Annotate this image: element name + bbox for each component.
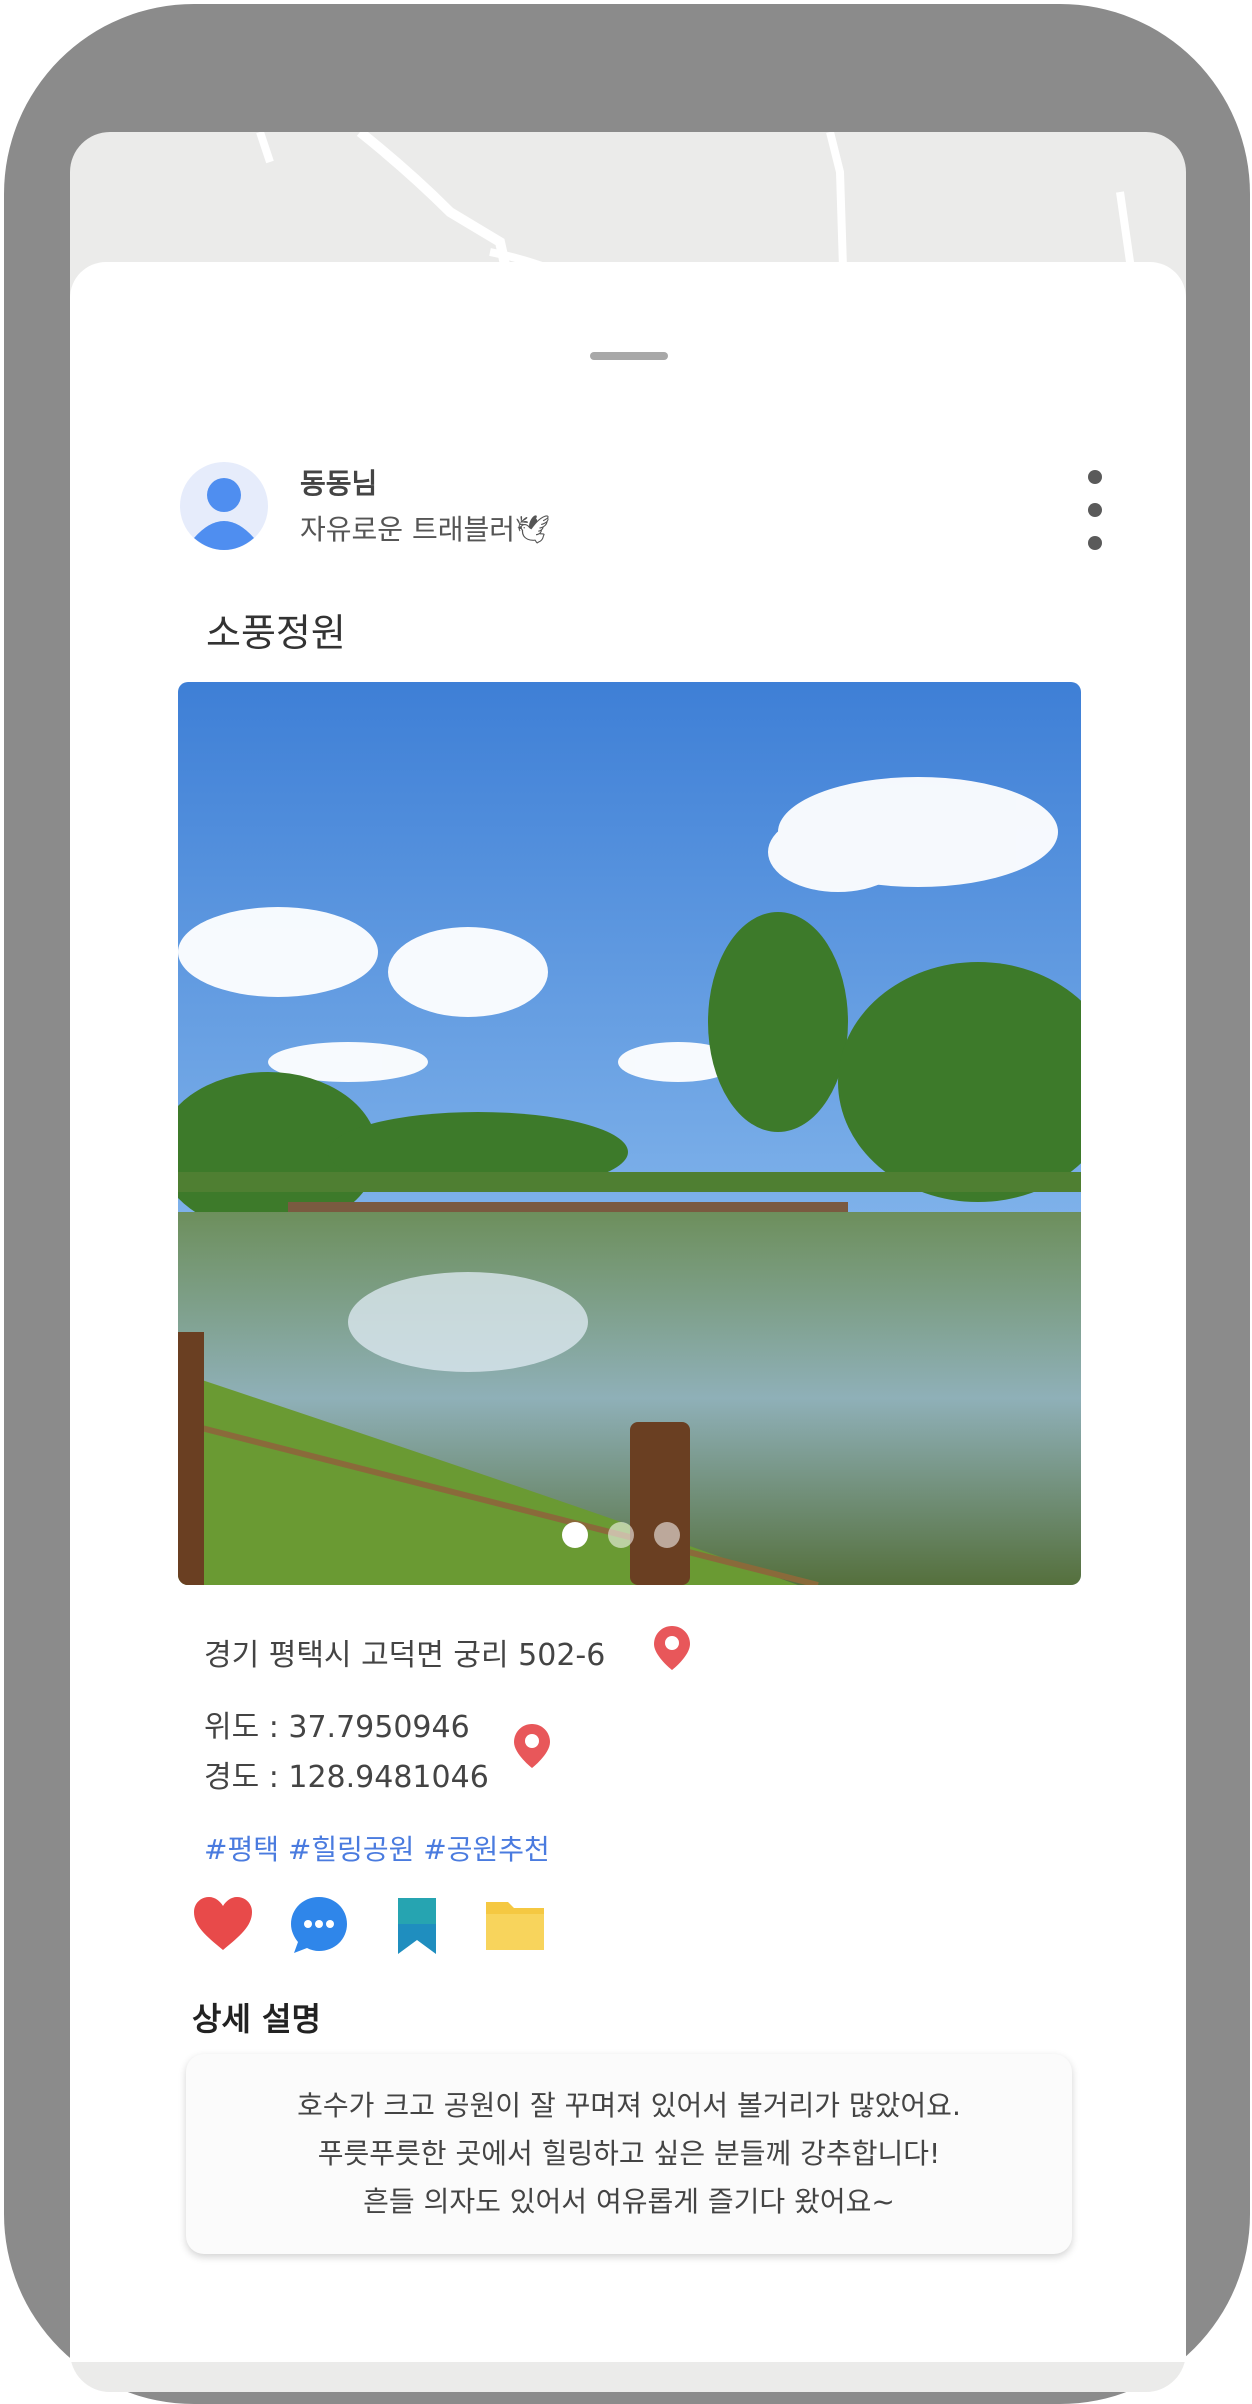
photo-pagination[interactable] — [562, 1522, 680, 1548]
pagination-dot[interactable] — [654, 1522, 680, 1548]
folder-icon[interactable] — [484, 1894, 546, 1956]
post-photo[interactable] — [178, 682, 1081, 1585]
avatar-icon[interactable] — [180, 462, 268, 550]
user-bio: 자유로운 트래블러🕊 — [300, 513, 551, 546]
detail-description-card: 호수가 크고 공원이 잘 꾸며져 있어서 볼거리가 많았어요. 푸릇푸릇한 곳에… — [186, 2054, 1072, 2254]
address-text: 경기 평택시 고덕면 궁리 502-6 — [204, 1638, 606, 1673]
description-line: 흔들 의자도 있어서 여유롭게 즐기다 왔어요~ — [363, 2185, 895, 2218]
chat-icon[interactable] — [288, 1894, 350, 1956]
place-title: 소풍정원 — [206, 611, 346, 655]
more-options-icon[interactable] — [1080, 470, 1110, 550]
longitude-text: 경도 : 128.9481046 — [204, 1760, 489, 1795]
post-detail-sheet: 동동님 자유로운 트래블러🕊 소풍정원 경기 평택시 고덕면 궁리 502-6 … — [70, 262, 1186, 2362]
bookmark-icon[interactable] — [386, 1894, 448, 1956]
map-pin-icon[interactable] — [514, 1724, 550, 1768]
latitude-text: 위도 : 37.7950946 — [204, 1710, 470, 1745]
map-pin-icon[interactable] — [654, 1626, 690, 1670]
hashtags[interactable]: #평택 #힐링공원 #공원추천 — [204, 1828, 550, 1868]
detail-heading: 상세 설명 — [192, 2000, 321, 2038]
drag-handle[interactable] — [590, 352, 668, 360]
user-name[interactable]: 동동님 — [300, 462, 377, 502]
description-line: 호수가 크고 공원이 잘 꾸며져 있어서 볼거리가 많았어요. — [297, 2089, 961, 2122]
pagination-dot[interactable] — [562, 1522, 588, 1548]
description-line: 푸릇푸릇한 곳에서 힐링하고 싶은 분들께 강추합니다! — [317, 2137, 941, 2170]
heart-icon[interactable] — [192, 1894, 254, 1956]
pagination-dot[interactable] — [608, 1522, 634, 1548]
